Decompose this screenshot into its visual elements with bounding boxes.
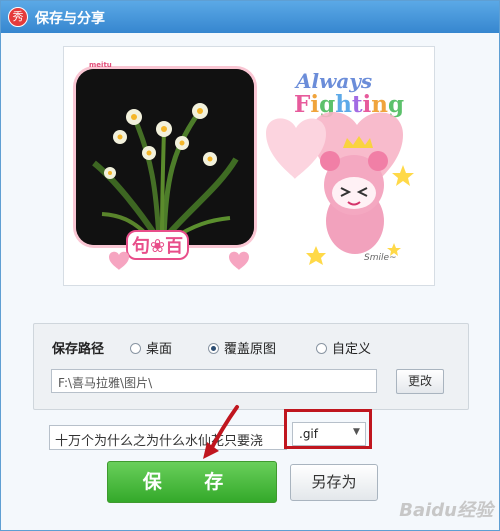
panda-head bbox=[324, 155, 384, 215]
baidu-watermark: Baidu经验 bbox=[399, 500, 493, 521]
fighting-letter: i bbox=[362, 91, 372, 118]
radio-circle-icon bbox=[130, 343, 141, 354]
panda-ear bbox=[320, 151, 340, 171]
radio-circle-icon bbox=[316, 343, 327, 354]
radio-selected-icon bbox=[208, 343, 219, 354]
narcissus-photo bbox=[76, 69, 254, 245]
panda-face bbox=[332, 177, 376, 209]
always-text: Always bbox=[296, 69, 373, 93]
radio-label: 覆盖原图 bbox=[224, 342, 277, 357]
radio-desktop[interactable]: 桌面 bbox=[130, 338, 172, 357]
heart-shape bbox=[266, 118, 326, 179]
heart-shape bbox=[312, 111, 403, 199]
sticker-caption: 句❀百 bbox=[126, 230, 190, 260]
crown-icon bbox=[343, 136, 373, 148]
fighting-letter: F bbox=[294, 91, 311, 118]
panda-ear bbox=[368, 151, 388, 171]
title-bar: 秀 保存与分享 bbox=[1, 1, 499, 33]
save-button[interactable]: 保 存 bbox=[107, 461, 277, 503]
radio-label: 桌面 bbox=[146, 342, 173, 357]
panda-eyes bbox=[340, 187, 368, 197]
save-as-button[interactable]: 另存为 bbox=[290, 464, 378, 501]
photo-frame bbox=[76, 69, 254, 245]
radio-overwrite-original[interactable]: 覆盖原图 bbox=[208, 338, 276, 357]
image-preview: meitu 句❀百 Always Fighting Smile~ bbox=[63, 46, 435, 286]
save-path-label: 保存路径 bbox=[52, 342, 105, 357]
annotation-arrow bbox=[203, 405, 239, 459]
panda-body bbox=[326, 188, 384, 254]
change-path-button[interactable]: 更改 bbox=[396, 369, 444, 394]
fighting-letter: g bbox=[388, 91, 405, 118]
fighting-letter: t bbox=[351, 91, 363, 118]
fighting-letter: g bbox=[319, 91, 336, 118]
dropdown-arrow-icon[interactable]: ▼ bbox=[353, 427, 360, 437]
radio-label: 自定义 bbox=[332, 342, 372, 357]
save-share-window: 秀 保存与分享 meitu 句❀百 Always Fighting Smile~… bbox=[0, 0, 500, 531]
save-path-panel: 保存路径 桌面 覆盖原图 自定义 F:\喜马拉雅\图片\ 更改 bbox=[33, 323, 469, 410]
save-path-field[interactable]: F:\喜马拉雅\图片\ bbox=[51, 369, 377, 393]
fighting-letter: i bbox=[310, 91, 320, 118]
smile-text: Smile~ bbox=[364, 253, 397, 263]
narcissus-image bbox=[76, 69, 254, 245]
star-icons bbox=[306, 165, 414, 265]
radio-custom[interactable]: 自定义 bbox=[316, 338, 371, 357]
meitu-app-icon: 秀 bbox=[8, 7, 28, 27]
meitu-stamp: meitu bbox=[89, 61, 112, 69]
fighting-text: Fighting bbox=[294, 91, 404, 118]
fighting-letter: n bbox=[371, 91, 389, 118]
window-title: 保存与分享 bbox=[35, 11, 105, 27]
fighting-letter: h bbox=[335, 91, 352, 118]
panda-mouth bbox=[347, 201, 361, 206]
